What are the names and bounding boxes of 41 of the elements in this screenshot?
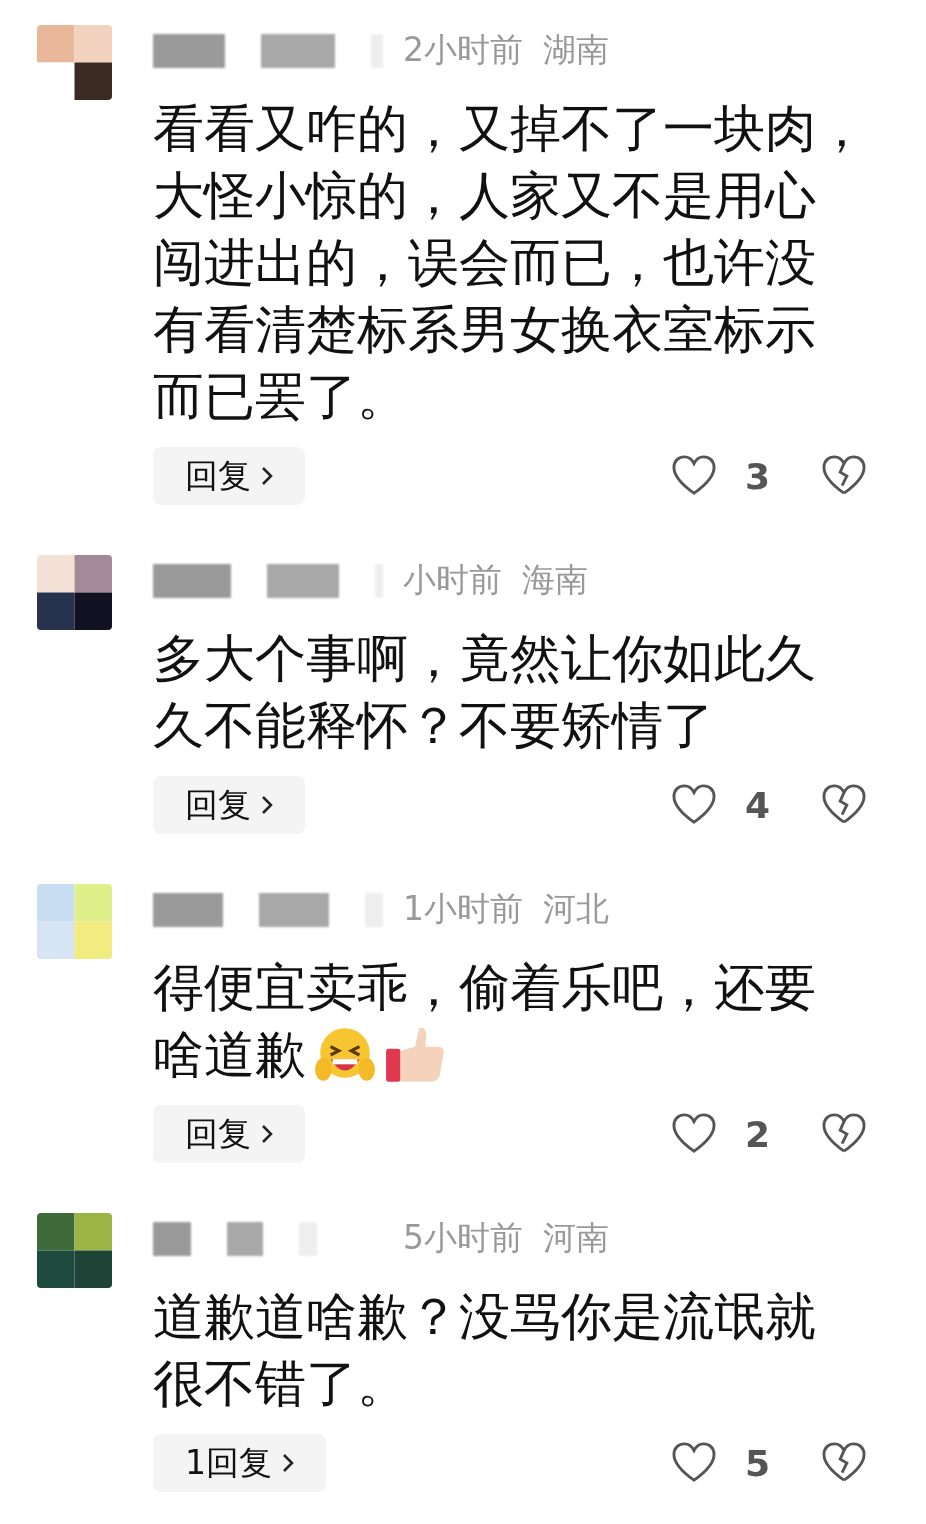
avatar[interactable] (37, 25, 112, 100)
like-count: 5 (745, 1442, 772, 1484)
comment-location: 河北 (543, 887, 609, 930)
comment-text: 道歉道啥歉？没骂你是流氓就 (153, 1286, 816, 1348)
comment-text: 闯进出的，误会而已，也许没 (153, 232, 816, 294)
comment-text: 有看清楚标系男女换衣室标示 (153, 299, 816, 361)
like-count: 3 (745, 455, 772, 497)
heart-icon[interactable] (671, 1113, 717, 1155)
chevron-right-icon (261, 795, 273, 815)
broken-heart-icon[interactable] (821, 1113, 867, 1155)
reply-button[interactable]: 回复 (153, 776, 305, 834)
comment-time: 5小时前 (403, 1216, 523, 1259)
chevron-right-icon (282, 1453, 294, 1473)
comment-time: 2小时前 (403, 28, 523, 71)
comment-location: 湖南 (543, 28, 609, 71)
comment-time: 1小时前 (403, 887, 523, 930)
comment-text: 得便宜卖乖，偷着乐吧，还要 (153, 957, 816, 1019)
reply-button[interactable]: 回复 (153, 1105, 305, 1163)
reply-button[interactable]: 1回复 (153, 1434, 326, 1492)
like-count: 2 (745, 1113, 772, 1155)
comment-location: 河南 (543, 1216, 609, 1259)
heart-icon[interactable] (671, 455, 717, 497)
broken-heart-icon[interactable] (821, 1442, 867, 1484)
comment-location: 海南 (522, 558, 588, 601)
comment-time: 小时前 (403, 558, 502, 601)
broken-heart-icon[interactable] (821, 455, 867, 497)
comment-text: 啥道歉 (153, 1024, 306, 1086)
comment-text: 多大个事啊，竟然让你如此久 (153, 628, 816, 690)
broken-heart-icon[interactable] (821, 784, 867, 826)
chevron-right-icon (261, 466, 273, 486)
avatar[interactable] (37, 555, 112, 630)
like-count: 4 (745, 784, 772, 826)
comment-text: 很不错了。 (153, 1353, 408, 1415)
comment-text: 看看又咋的，又掉不了一块肉， (153, 98, 867, 160)
heart-icon[interactable] (671, 784, 717, 826)
reply-button[interactable]: 回复 (153, 447, 305, 505)
heart-icon[interactable] (671, 1442, 717, 1484)
comment-text: 而已罢了。 (153, 366, 408, 428)
chevron-right-icon (261, 1124, 273, 1144)
comment-text: 久不能释怀？不要矫情了 (153, 695, 714, 757)
comment-text: 大怪小惊的，人家又不是用心 (153, 165, 816, 227)
